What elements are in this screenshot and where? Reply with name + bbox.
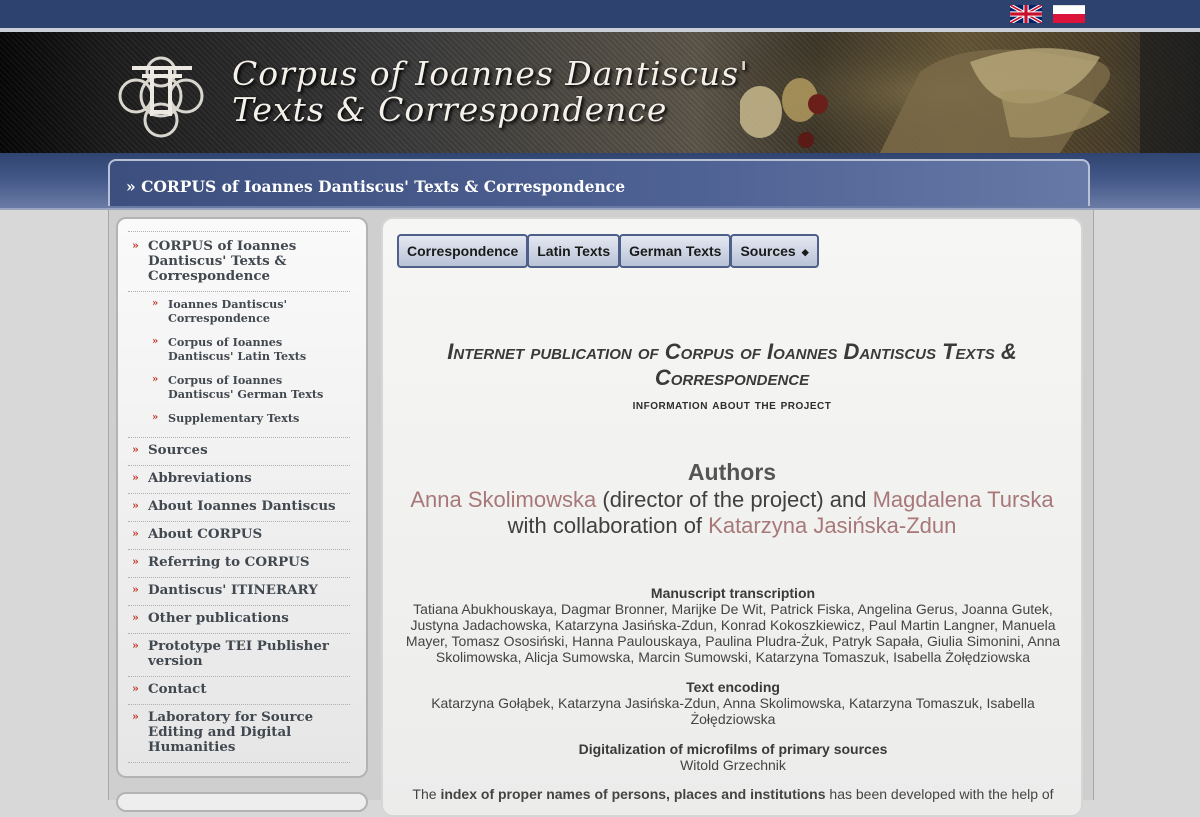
collaboration-line: with collaboration of Katarzyna Jasińska… — [397, 513, 1067, 539]
author-link-skolimowska[interactable]: Anna Skolimowska — [410, 487, 596, 512]
bullet-icon: » — [132, 443, 139, 456]
sidebar-item-label: CORPUS of Ioannes Dantiscus' Texts & Cor… — [148, 238, 297, 284]
sidebar-subitem-label: Corpus of Ioannes Dantiscus' Latin Texts — [168, 335, 307, 363]
sidebar-item-itinerary[interactable]: » Dantiscus' ITINERARY — [128, 578, 350, 606]
sidebar-subitem-label: Corpus of Ioannes Dantiscus' German Text… — [168, 373, 324, 401]
header-title-line2: Texts & Correspondence — [232, 90, 668, 129]
bullet-icon: » — [132, 583, 139, 596]
sidebar-item-contact[interactable]: » Contact — [128, 677, 350, 705]
sidebar-item-label: Other publications — [148, 610, 289, 626]
bullet-icon: » — [152, 298, 159, 309]
dropdown-arrow-icon: ◆ — [801, 247, 809, 258]
sidebar-item-about-corpus[interactable]: » About CORPUS — [128, 522, 350, 550]
bullet-icon: » — [132, 611, 139, 624]
page-subtitle: information about the project — [632, 396, 832, 412]
encoding-heading: Text encoding — [686, 679, 780, 695]
bullet-icon: » — [152, 374, 159, 385]
transcription-names: Tatiana Abukhouskaya, Dagmar Bronner, Ma… — [405, 601, 1061, 665]
bullet-icon: » — [152, 412, 159, 423]
sidebar-menu: » CORPUS of Ioannes Dantiscus' Texts & C… — [128, 231, 350, 763]
sidebar-item-abbreviations[interactable]: » Abbreviations — [128, 466, 350, 494]
sidebar-item-label: Contact — [148, 681, 207, 697]
encoding-names: Katarzyna Gołąbek, Katarzyna Jasińska-Zd… — [431, 695, 1035, 727]
corpus-logo-icon — [118, 56, 204, 138]
sidebar-subitem-correspondence[interactable]: » Ioannes Dantiscus' Correspondence — [128, 297, 350, 335]
authors-line: Anna Skolimowska (director of the projec… — [397, 487, 1067, 513]
sidebar-item-other-publications[interactable]: » Other publications — [128, 606, 350, 634]
digitalization-names: Witold Grzechnik — [680, 757, 786, 773]
tab-bar: Correspondence Latin Texts German Texts … — [397, 234, 819, 268]
tab-sources[interactable]: Sources ◆ — [730, 234, 819, 268]
sidebar-item-label: Sources — [148, 442, 208, 458]
authors-heading: Authors — [687, 459, 777, 485]
still-life-art-icon — [740, 32, 1200, 153]
digitalization-heading: Digitalization of microfilms of primary … — [578, 741, 888, 757]
sidebar-item-label: Laboratory for Source Editing and Digita… — [148, 709, 314, 755]
bullet-icon: » — [132, 499, 139, 512]
pl-flag-icon[interactable] — [1053, 5, 1085, 23]
sidebar-item-tei-publisher[interactable]: » Prototype TEI Publisher version — [128, 634, 350, 677]
transcription-heading: Manuscript transcription — [650, 585, 816, 601]
sidebar-item-label: Referring to CORPUS — [148, 554, 310, 570]
tab-correspondence[interactable]: Correspondence — [397, 234, 529, 268]
sidebar-item-label: Prototype TEI Publisher version — [148, 638, 329, 669]
breadcrumb[interactable]: » CORPUS of Ioannes Dantiscus' Texts & C… — [126, 177, 625, 196]
sidebar-item-referring[interactable]: » Referring to CORPUS — [128, 550, 350, 578]
sidebar: » CORPUS of Ioannes Dantiscus' Texts & C… — [116, 217, 368, 778]
page-title: Internet publication of Corpus of Ioanne… — [447, 339, 1017, 390]
sidebar-secondary-box — [116, 792, 368, 812]
bullet-icon: » — [132, 239, 139, 252]
author-link-turska[interactable]: Magdalena Turska — [873, 487, 1054, 512]
breadcrumb-box: » CORPUS of Ioannes Dantiscus' Texts & C… — [108, 159, 1090, 206]
encoding-section: Text encoding Katarzyna Gołąbek, Katarzy… — [401, 679, 1065, 727]
sidebar-item-label: About CORPUS — [148, 526, 263, 542]
sidebar-item-label: Abbreviations — [148, 470, 252, 486]
bullet-icon: » — [132, 555, 139, 568]
collaboration-prefix: with collaboration of — [507, 513, 709, 538]
top-bar — [0, 0, 1200, 32]
main-content: Correspondence Latin Texts German Texts … — [381, 217, 1083, 817]
bullet-icon: » — [132, 471, 139, 484]
header-banner: Corpus of Ioannes Dantiscus' Texts & Cor… — [0, 32, 1200, 153]
sidebar-subitem-label: Supplementary Texts — [168, 411, 300, 425]
sidebar-subitem-latin-texts[interactable]: » Corpus of Ioannes Dantiscus' Latin Tex… — [128, 335, 350, 373]
sidebar-item-corpus[interactable]: » CORPUS of Ioannes Dantiscus' Texts & C… — [128, 231, 350, 292]
author-role-text: (director of the project) and — [596, 487, 873, 512]
sidebar-subitem-german-texts[interactable]: » Corpus of Ioannes Dantiscus' German Te… — [128, 373, 350, 411]
sidebar-item-sources[interactable]: » Sources — [128, 438, 350, 466]
tab-german-texts[interactable]: German Texts — [619, 234, 732, 268]
uk-flag-icon[interactable] — [1010, 5, 1042, 23]
sidebar-item-laboratory[interactable]: » Laboratory for Source Editing and Digi… — [128, 705, 350, 763]
sidebar-subitem-supplementary[interactable]: » Supplementary Texts — [128, 411, 350, 435]
bullet-icon: » — [132, 682, 139, 695]
digitalization-section: Digitalization of microfilms of primary … — [401, 741, 1065, 773]
bullet-icon: » — [132, 639, 139, 652]
sidebar-subitem-label: Ioannes Dantiscus' Correspondence — [168, 297, 287, 325]
sidebar-submenu: » Ioannes Dantiscus' Correspondence » Co… — [128, 292, 350, 438]
author-link-jasinska-zdun[interactable]: Katarzyna Jasińska-Zdun — [708, 513, 956, 538]
header-title-line1: Corpus of Ioannes Dantiscus' — [232, 54, 750, 93]
transcription-section: Manuscript transcription Tatiana Abukhou… — [401, 585, 1065, 665]
sidebar-item-label: About Ioannes Dantiscus — [148, 498, 336, 514]
tab-sources-label: Sources — [740, 243, 796, 259]
sidebar-item-label: Dantiscus' ITINERARY — [148, 582, 318, 598]
sidebar-item-about-dantiscus[interactable]: » About Ioannes Dantiscus — [128, 494, 350, 522]
bullet-icon: » — [152, 336, 159, 347]
bullet-icon: » — [132, 527, 139, 540]
bullet-icon: » — [132, 710, 139, 723]
tab-latin-texts[interactable]: Latin Texts — [527, 234, 621, 268]
breadcrumb-band: » CORPUS of Ioannes Dantiscus' Texts & C… — [0, 153, 1200, 210]
